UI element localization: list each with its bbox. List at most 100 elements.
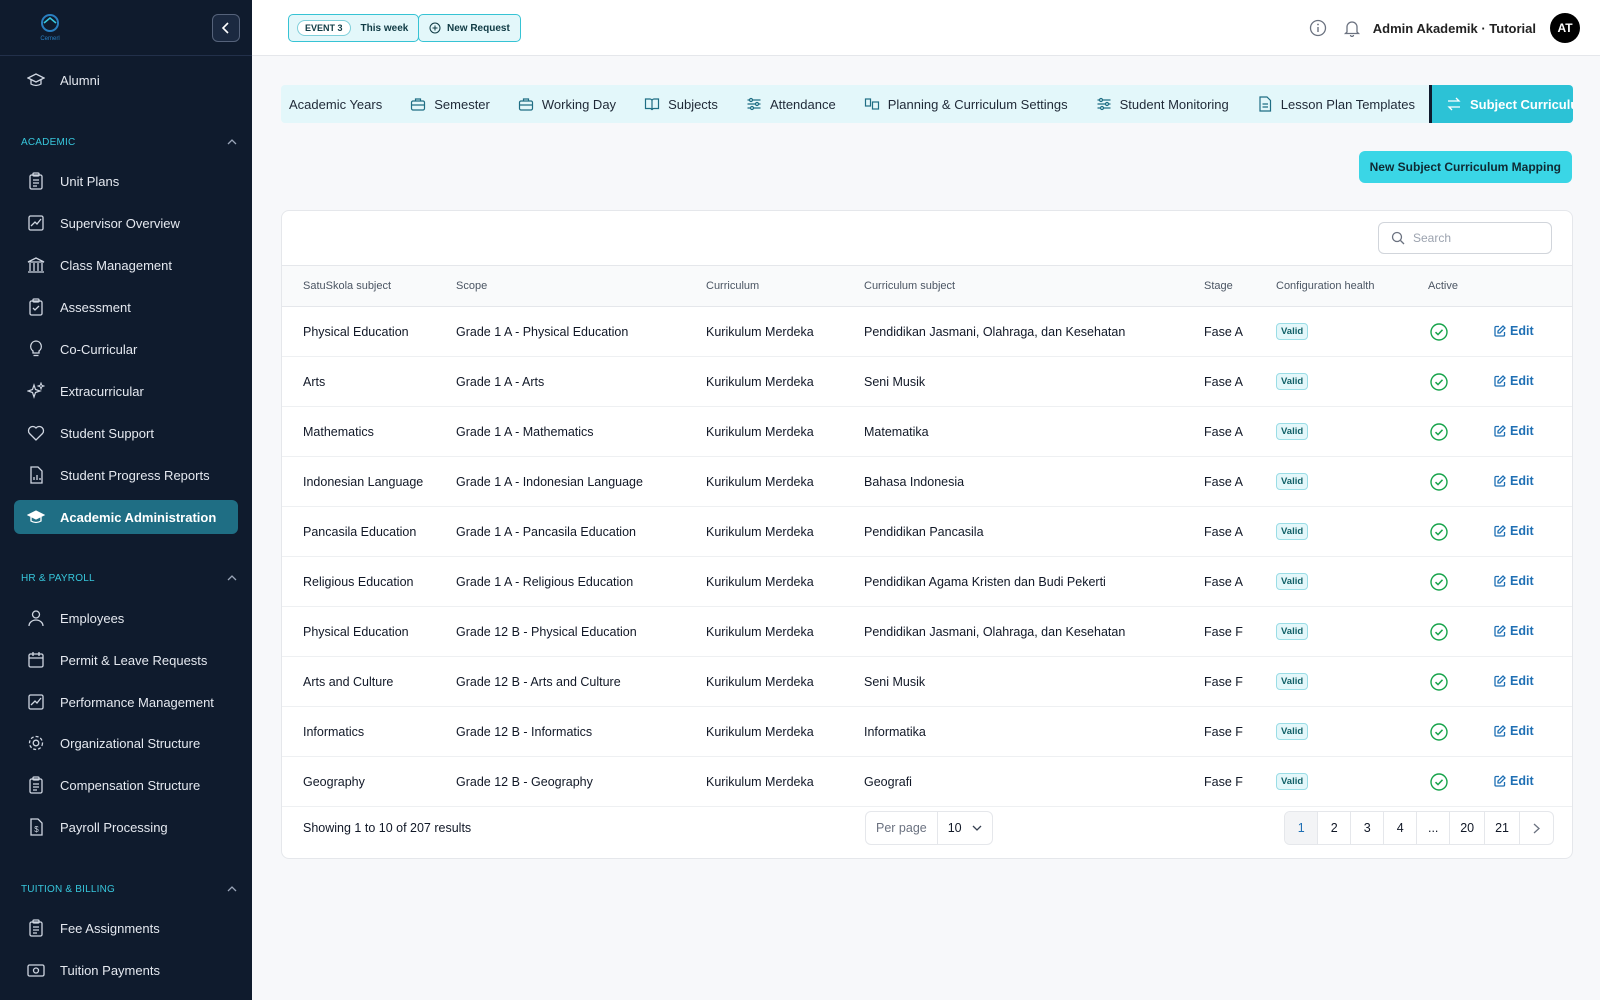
sidebar-item-academic-administration[interactable]: Academic Administration <box>14 500 238 534</box>
clipboard-icon <box>26 171 46 191</box>
page-button[interactable]: 21 <box>1485 812 1520 844</box>
column-header[interactable]: Curriculum subject <box>864 266 1204 307</box>
chevron-right-icon <box>1533 823 1540 833</box>
new-subject-curriculum-mapping-button[interactable]: New Subject Curriculum Mapping <box>1358 151 1572 183</box>
column-header[interactable]: Active <box>1428 266 1494 307</box>
report-icon <box>26 465 46 485</box>
page-button[interactable]: 3 <box>1351 812 1385 844</box>
tab-subjects[interactable]: Subjects <box>630 85 732 123</box>
sidebar-item-label: Student Support <box>60 425 154 441</box>
edit-button[interactable]: Edit <box>1494 474 1534 488</box>
avatar[interactable]: AT <box>1550 13 1580 43</box>
actions-cell: Edit <box>1494 507 1572 557</box>
edit-button[interactable]: Edit <box>1494 424 1534 438</box>
sidebar-item-supervisor-overview[interactable]: Supervisor Overview <box>14 206 238 240</box>
table-cell: Kurikulum Merdeka <box>706 574 814 589</box>
new-request-button[interactable]: New Request <box>418 14 521 42</box>
tab-lesson-plan-templates[interactable]: Lesson Plan Templates <box>1243 85 1429 123</box>
sidebar-item-employees[interactable]: Employees <box>14 601 238 635</box>
tab-academic-years[interactable]: Academic Years <box>281 85 396 123</box>
sidebar-item-tuition-payments[interactable]: Tuition Payments <box>14 953 238 987</box>
edit-label: Edit <box>1510 623 1534 638</box>
edit-button[interactable]: Edit <box>1494 524 1534 538</box>
sidebar-item-label: Unit Plans <box>60 173 120 189</box>
edit-button[interactable]: Edit <box>1494 774 1534 788</box>
section-academic[interactable]: ACADEMIC <box>21 134 237 150</box>
column-header[interactable]: Scope <box>456 266 706 307</box>
table-cell: Fase A <box>1204 574 1243 589</box>
edit-button[interactable]: Edit <box>1494 724 1534 738</box>
table-cell: Geografi <box>864 774 912 789</box>
table-cell: Pendidikan Jasmani, Olahraga, dan Keseha… <box>864 324 1126 339</box>
tab-label: Academic Years <box>289 96 383 112</box>
edit-button[interactable]: Edit <box>1494 574 1534 588</box>
section-tuition-billing[interactable]: TUITION & BILLING <box>21 881 237 897</box>
page-button[interactable]: 1 <box>1285 812 1319 844</box>
sidebar-item-fee-assignments[interactable]: Fee Assignments <box>14 911 238 945</box>
table-cell: Fase F <box>1204 624 1243 639</box>
edit-button[interactable]: Edit <box>1494 624 1534 638</box>
edit-button[interactable]: Edit <box>1494 374 1534 388</box>
sidebar-item-payroll-processing[interactable]: $ Payroll Processing <box>14 810 238 844</box>
tab-label: Subjects <box>668 96 718 112</box>
sidebar-item-label: Fee Assignments <box>60 920 160 936</box>
table-cell: Kurikulum Merdeka <box>706 524 814 539</box>
sidebar-item-class-management[interactable]: Class Management <box>14 248 238 282</box>
table-cell: Seni Musik <box>864 374 926 389</box>
actions-cell: Edit <box>1494 407 1572 457</box>
status-badge: Valid <box>1276 473 1309 490</box>
check-circle-icon <box>1430 372 1448 391</box>
sidebar-item-extracurricular[interactable]: Extracurricular <box>14 374 238 408</box>
tab-label: Working Day <box>541 96 617 112</box>
bell-icon[interactable] <box>1343 19 1361 37</box>
page-button[interactable]: 2 <box>1318 812 1352 844</box>
sidebar-item-compensation-structure[interactable]: Compensation Structure <box>14 768 238 802</box>
edit-label: Edit <box>1510 423 1534 438</box>
sidebar-item-co-curricular[interactable]: Co-Curricular <box>14 332 238 366</box>
sidebar-item-unit-plans[interactable]: Unit Plans <box>14 164 238 198</box>
edit-button[interactable]: Edit <box>1494 324 1534 338</box>
tab-attendance[interactable]: Attendance <box>732 85 850 123</box>
edit-label: Edit <box>1510 573 1534 588</box>
swap-icon <box>1446 96 1462 112</box>
table-cell: Kurikulum Merdeka <box>706 724 814 739</box>
tab-student-monitoring[interactable]: Student Monitoring <box>1082 85 1243 123</box>
column-header[interactable]: Stage <box>1204 266 1276 307</box>
column-header[interactable]: Curriculum <box>706 266 864 307</box>
sidebar-item-student-progress-reports[interactable]: Student Progress Reports <box>14 458 238 492</box>
collapse-sidebar-button[interactable] <box>212 14 240 42</box>
page-button[interactable]: 20 <box>1450 812 1486 844</box>
table-cell: Bahasa Indonesia <box>864 474 965 489</box>
sidebar-item-assessment[interactable]: Assessment <box>14 290 238 324</box>
sidebar-item-organizational-structure[interactable]: Organizational Structure <box>14 726 238 760</box>
column-header[interactable]: SatuSkola subject <box>282 266 456 307</box>
search-input[interactable] <box>1413 231 1533 245</box>
table-cell: Grade 1 A - Indonesian Language <box>456 474 643 489</box>
sidebar-item-permit-leave[interactable]: Permit & Leave Requests <box>14 643 238 677</box>
per-page-select[interactable]: 10 <box>938 821 992 835</box>
table-row: Physical Education Grade 12 B - Physical … <box>282 607 1572 657</box>
tab-subject-curriculum-mapping[interactable]: Subject Curriculum Mapping <box>1428 85 1573 123</box>
search-box[interactable] <box>1378 222 1552 254</box>
info-icon[interactable] <box>1309 19 1327 37</box>
section-hr-payroll[interactable]: HR & PAYROLL <box>21 570 237 586</box>
sidebar-item-performance-management[interactable]: Performance Management <box>14 685 238 719</box>
table-cell: Fase F <box>1204 674 1243 689</box>
logo[interactable]: Cemerl <box>30 12 70 42</box>
next-page-button[interactable] <box>1520 812 1553 844</box>
page-button[interactable]: 4 <box>1384 812 1418 844</box>
actions-cell: Edit <box>1494 757 1572 807</box>
sidebar-item-alumni[interactable]: Alumni <box>14 63 238 97</box>
edit-button[interactable]: Edit <box>1494 674 1534 688</box>
file-icon <box>1257 96 1273 112</box>
tab-planning-curriculum-settings[interactable]: Planning & Curriculum Settings <box>850 85 1082 123</box>
table-cell: Grade 12 B - Informatics <box>456 724 593 739</box>
column-header[interactable]: Configuration health <box>1276 266 1428 307</box>
sidebar-item-student-support[interactable]: Student Support <box>14 416 238 450</box>
event-week-button[interactable]: EVENT 3 This week <box>288 14 420 42</box>
status-badge: Valid <box>1276 523 1309 540</box>
sidebar-header: Cemerl <box>0 0 252 56</box>
user-name[interactable]: Admin Akademik · Tutorial <box>1373 21 1536 36</box>
tab-working-day[interactable]: Working Day <box>504 85 630 123</box>
tab-semester[interactable]: Semester <box>396 85 504 123</box>
